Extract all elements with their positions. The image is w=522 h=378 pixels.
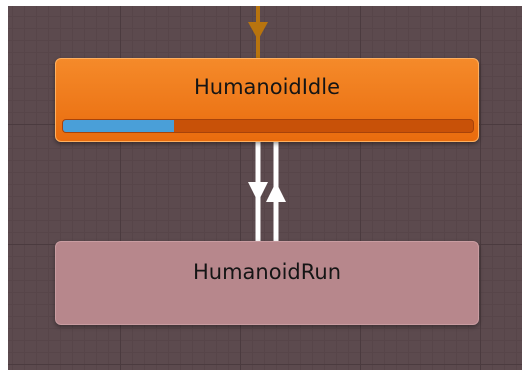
arrow-up-icon — [266, 182, 286, 202]
entry-transition[interactable] — [248, 6, 268, 58]
animator-graph-canvas[interactable]: HumanoidIdle HumanoidRun — [8, 6, 522, 370]
state-node-humanoid-idle[interactable]: HumanoidIdle — [55, 58, 479, 142]
arrow-down-icon — [248, 182, 268, 202]
state-progress-fill — [63, 120, 174, 132]
state-label: HumanoidIdle — [193, 75, 341, 99]
arrow-down-icon — [248, 22, 268, 40]
transition-run-to-idle[interactable] — [266, 142, 286, 241]
state-node-humanoid-run[interactable]: HumanoidRun — [55, 241, 479, 325]
state-label: HumanoidRun — [192, 260, 341, 284]
state-progress-bar — [62, 119, 474, 133]
transition-idle-to-run[interactable] — [248, 142, 268, 241]
